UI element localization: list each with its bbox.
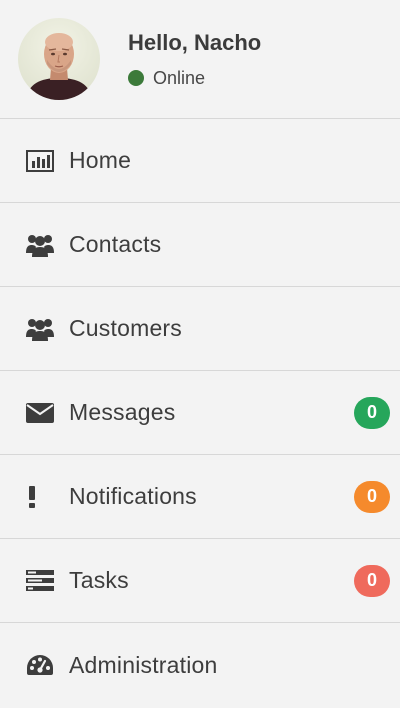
envelope-icon (26, 399, 54, 427)
main-menu: Home Contacts Customers Messages 0 Notif… (0, 119, 400, 707)
avatar-image (18, 18, 100, 100)
menu-item-messages[interactable]: Messages 0 (0, 371, 400, 455)
menu-item-customers[interactable]: Customers (0, 287, 400, 371)
online-status-dot (128, 70, 144, 86)
users-icon (26, 231, 54, 259)
navigation-drawer: Hello, Nacho Online Home Contacts Custom… (0, 0, 400, 708)
avatar[interactable] (18, 18, 100, 100)
menu-label-notifications: Notifications (69, 483, 197, 509)
menu-label-home: Home (69, 147, 132, 173)
tasks-count-badge: 0 (354, 564, 390, 597)
profile-info: Hello, Nacho Online (128, 30, 261, 89)
menu-label-messages: Messages (69, 399, 176, 425)
profile-header: Hello, Nacho Online (0, 0, 400, 119)
menu-label-contacts: Contacts (69, 231, 162, 257)
status-text: Online (153, 67, 206, 88)
menu-label-tasks: Tasks (69, 567, 129, 593)
users-icon (26, 315, 54, 343)
bar-chart-icon (26, 147, 54, 175)
menu-item-contacts[interactable]: Contacts (0, 203, 400, 287)
status-indicator: Online (128, 68, 261, 89)
exclamation-icon (26, 483, 54, 511)
greeting-text: Hello, Nacho (128, 29, 262, 55)
notifications-count-badge: 0 (354, 480, 390, 513)
menu-item-administration[interactable]: Administration (0, 623, 400, 707)
dashboard-icon (26, 651, 54, 679)
menu-item-tasks[interactable]: Tasks 0 (0, 539, 400, 623)
menu-label-administration: Administration (69, 651, 218, 678)
menu-item-home[interactable]: Home (0, 119, 400, 203)
menu-item-notifications[interactable]: Notifications 0 (0, 455, 400, 539)
tasks-icon (26, 567, 54, 595)
messages-count-badge: 0 (354, 396, 390, 429)
menu-label-customers: Customers (69, 315, 182, 341)
